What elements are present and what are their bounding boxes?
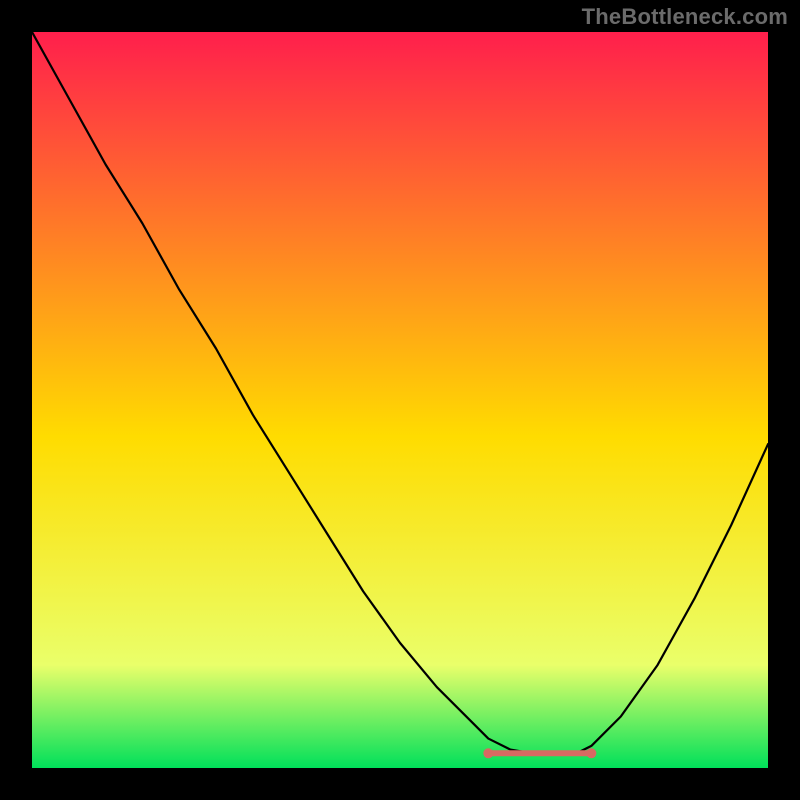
plot-area <box>32 32 768 768</box>
chart-frame: TheBottleneck.com <box>0 0 800 800</box>
watermark-label: TheBottleneck.com <box>582 4 788 30</box>
plot-svg <box>32 32 768 768</box>
gradient-background <box>32 32 768 768</box>
optimal-range-end-dot <box>586 748 596 758</box>
optimal-range-start-dot <box>483 748 493 758</box>
